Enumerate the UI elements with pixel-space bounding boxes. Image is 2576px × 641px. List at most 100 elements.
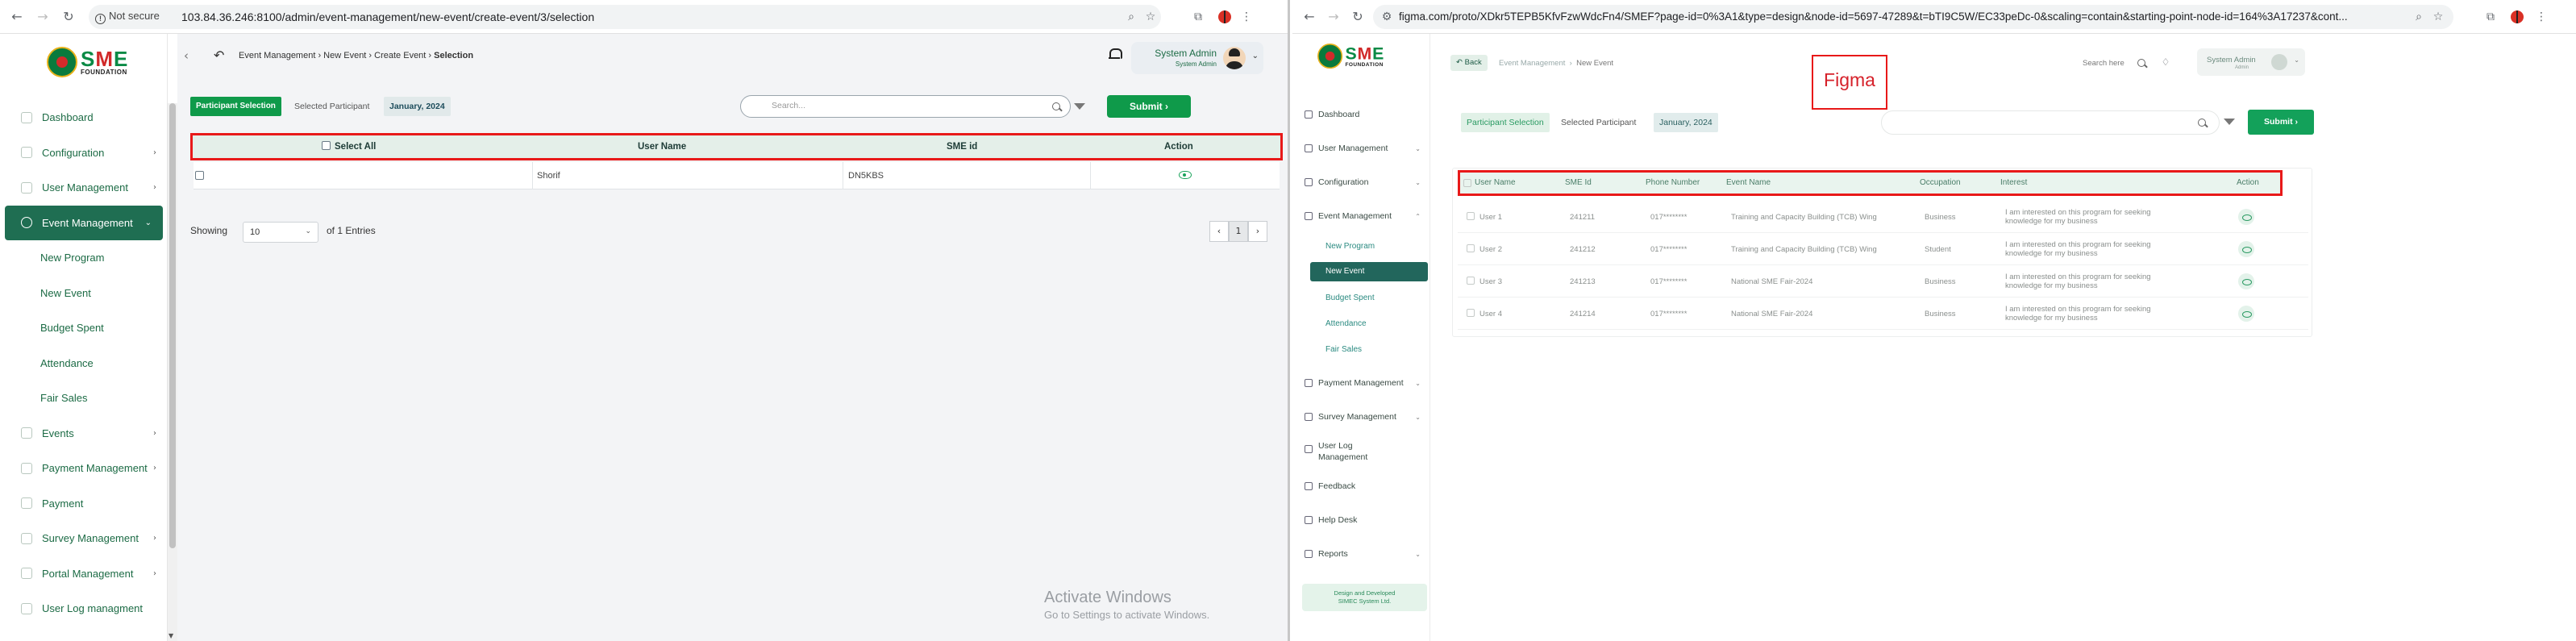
sidebar-item-dashboard[interactable]: Dashboard — [1305, 106, 1425, 123]
row-checkbox[interactable] — [1467, 244, 1475, 252]
notification-bell-icon[interactable] — [1109, 48, 1122, 61]
submit-button[interactable]: Submit › — [2248, 110, 2314, 135]
next-page-button[interactable]: › — [1248, 221, 1267, 242]
sidebar-item-user-management[interactable]: User Management ⌄ — [1305, 139, 1425, 157]
column-header-user-name: User Name — [1475, 178, 1516, 187]
month-filter[interactable]: January, 2024 — [1654, 113, 1718, 132]
select-all-checkbox[interactable] — [1463, 179, 1471, 187]
collapse-sidebar-icon[interactable]: ‹ — [184, 48, 189, 63]
scroll-down-icon[interactable]: ▼ — [169, 632, 173, 639]
view-eye-icon[interactable] — [1179, 171, 1192, 179]
sidebar-item-survey-management[interactable]: Survey Management ⌄ — [1305, 408, 1425, 426]
forward-icon[interactable]: → — [1325, 8, 1342, 26]
sidebar-item-reports[interactable]: Reports ⌄ — [1305, 545, 1425, 563]
site-settings-icon[interactable]: ⚙ — [1378, 8, 1396, 26]
back-button[interactable]: ↶ Back — [1450, 55, 1488, 71]
breadcrumb-item[interactable]: Create Event — [374, 51, 426, 60]
back-icon[interactable]: ← — [1300, 8, 1318, 26]
row-checkbox[interactable] — [1467, 212, 1475, 220]
row-checkbox[interactable] — [1467, 309, 1475, 317]
view-eye-icon[interactable] — [2238, 273, 2254, 289]
address-bar[interactable]: ⚙ figma.com/proto/XDkr5TEPB5KfvFzwWdcFn4… — [1373, 5, 2453, 29]
sidebar-item-survey-management[interactable]: Survey Management › — [0, 521, 168, 556]
sidebar-item-user-log[interactable]: User Log managment — [0, 591, 168, 626]
browser-menu-icon[interactable]: ⋮ — [1238, 8, 1255, 26]
tab-selected-participant[interactable]: Selected Participant — [1561, 113, 1636, 132]
filter-icon[interactable] — [2224, 119, 2235, 125]
sidebar-item-portal-management[interactable]: Portal Management › — [0, 556, 168, 592]
sidebar-item-payment[interactable]: Payment — [0, 486, 168, 522]
sidebar-subitem-fair-sales[interactable]: Fair Sales — [1325, 345, 1362, 354]
extensions-icon[interactable]: ⧉ — [2482, 8, 2499, 26]
row-checkbox[interactable] — [195, 171, 204, 180]
view-eye-icon[interactable] — [2238, 306, 2254, 322]
browser-menu-icon[interactable]: ⋮ — [2532, 8, 2550, 26]
sidebar-item-event-management[interactable]: Event Management ⌃ — [1305, 207, 1425, 225]
search-icon[interactable] — [2137, 59, 2147, 69]
page-size-select[interactable]: 10 ⌄ — [243, 222, 318, 243]
search-icon[interactable] — [2198, 119, 2208, 128]
prev-page-button[interactable]: ‹ — [1209, 221, 1229, 242]
view-eye-icon[interactable] — [2238, 241, 2254, 257]
dashboard-icon — [21, 111, 32, 123]
sidebar-item-configuration[interactable]: Configuration ⌄ — [1305, 173, 1425, 191]
sidebar-item-payment-management[interactable]: Payment Management › — [0, 451, 168, 486]
address-bar[interactable]: ! Not secure 103.84.36.246:8100/admin/eve… — [89, 5, 1161, 29]
sidebar-subitem-budget-spent[interactable]: Budget Spent — [0, 310, 168, 346]
row-checkbox[interactable] — [1467, 277, 1475, 285]
reload-icon[interactable]: ↻ — [1349, 8, 1367, 26]
page-number-button[interactable]: 1 — [1229, 221, 1248, 242]
logo-emblem-icon — [47, 47, 77, 77]
breadcrumb-item[interactable]: New Event — [323, 51, 366, 60]
select-all-checkbox[interactable] — [322, 141, 331, 150]
search-input[interactable]: Search... — [740, 95, 1071, 118]
scrollbar-thumb[interactable] — [169, 103, 176, 548]
extensions-icon[interactable]: ⧉ — [1189, 8, 1207, 26]
sidebar-subitem-new-event[interactable]: New Event — [1310, 262, 1428, 281]
sidebar-scrollbar[interactable]: ▼ — [168, 103, 177, 641]
sidebar-item-configuration[interactable]: Configuration › — [0, 135, 168, 171]
back-icon[interactable]: ← — [8, 8, 26, 26]
zoom-icon[interactable]: ⌕ — [1122, 8, 1140, 26]
search-icon[interactable] — [1052, 102, 1062, 112]
sidebar-item-help-desk[interactable]: Help Desk — [1305, 511, 1425, 529]
sidebar-subitem-new-event[interactable]: New Event — [0, 276, 168, 311]
sidebar-subitem-new-program[interactable]: New Program — [1325, 242, 1375, 251]
notification-bell-icon[interactable]: ♢ — [2157, 53, 2174, 71]
sidebar-item-payment-management[interactable]: Payment Management ⌄ — [1305, 374, 1425, 392]
profile-extension-icon[interactable] — [1216, 8, 1234, 26]
reload-icon[interactable]: ↻ — [60, 8, 77, 26]
zoom-icon[interactable]: ⌕ — [2410, 8, 2428, 26]
bookmark-star-icon[interactable]: ☆ — [1142, 8, 1159, 26]
sidebar-item-user-log[interactable]: User Log Management — [1305, 440, 1425, 464]
view-eye-icon[interactable] — [2238, 209, 2254, 225]
forward-icon[interactable]: → — [34, 8, 52, 26]
sidebar-item-events[interactable]: Events › — [0, 416, 168, 452]
user-profile-menu[interactable]: System Admin System Admin ⌄ — [1131, 42, 1263, 74]
back-arrow-icon[interactable]: ↶ — [214, 48, 224, 63]
sidebar-subitem-budget-spent[interactable]: Budget Spent — [1325, 293, 1375, 302]
tab-participant-selection[interactable]: Participant Selection — [190, 97, 281, 116]
sidebar-item-user-management[interactable]: User Management › — [0, 170, 168, 206]
search-input[interactable] — [1881, 110, 2220, 135]
month-filter[interactable]: January, 2024 — [384, 97, 451, 116]
breadcrumb-item[interactable]: Event Management — [239, 51, 315, 60]
sidebar-subitem-new-program[interactable]: New Program — [0, 240, 168, 276]
header-search[interactable]: Search here — [2083, 59, 2124, 68]
select-all-header[interactable]: Select All — [322, 135, 376, 158]
security-chip[interactable]: ! Not secure — [95, 10, 160, 24]
bookmark-star-icon[interactable]: ☆ — [2429, 8, 2447, 26]
user-profile-menu[interactable]: System Admin Admin ⌄ — [2197, 48, 2305, 76]
tab-participant-selection[interactable]: Participant Selection — [1461, 113, 1550, 132]
submit-button[interactable]: Submit › — [1107, 95, 1191, 118]
sidebar-subitem-fair-sales[interactable]: Fair Sales — [0, 381, 168, 416]
sidebar-item-feedback[interactable]: Feedback — [1305, 477, 1425, 495]
sidebar-item-dashboard[interactable]: Dashboard — [0, 100, 168, 135]
sidebar-subitem-attendance[interactable]: Attendance — [0, 346, 168, 381]
filter-icon[interactable] — [1074, 103, 1085, 110]
breadcrumb-item[interactable]: Event Management — [1499, 59, 1565, 68]
tab-selected-participant[interactable]: Selected Participant — [294, 97, 369, 116]
sidebar-item-event-management[interactable]: Event Management ⌄ — [5, 205, 163, 240]
profile-extension-icon[interactable] — [2508, 8, 2526, 26]
sidebar-subitem-attendance[interactable]: Attendance — [1325, 319, 1367, 328]
